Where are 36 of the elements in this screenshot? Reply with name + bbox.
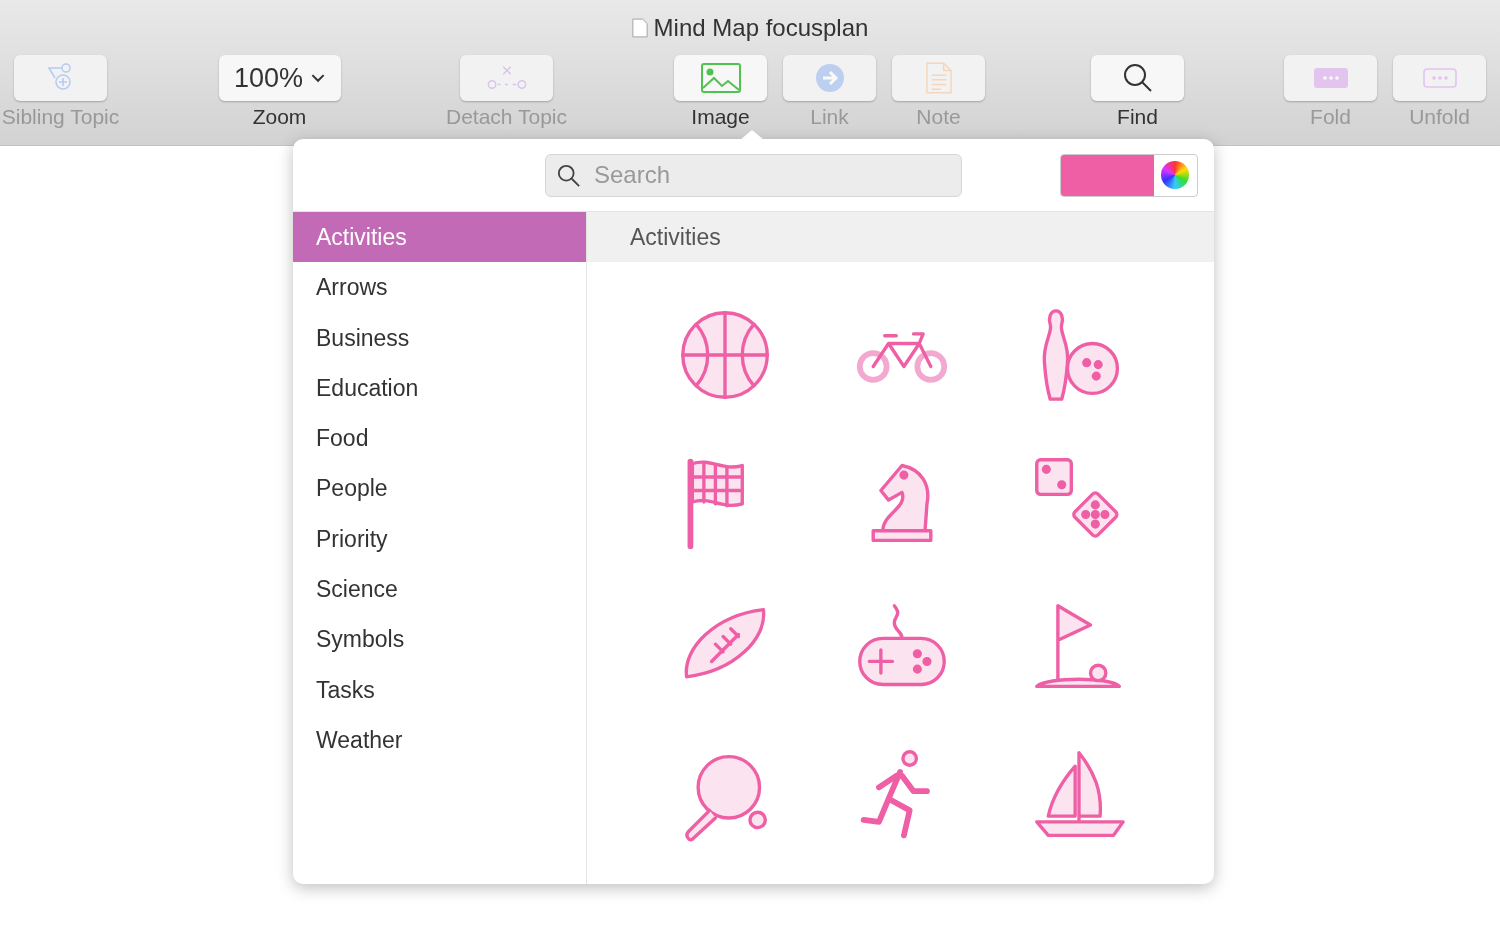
color-wheel-icon (1161, 161, 1189, 189)
zoom-dropdown[interactable]: 100% (218, 55, 341, 101)
search-field[interactable]: Search (545, 153, 962, 197)
category-item[interactable]: People (293, 463, 586, 514)
category-item[interactable]: Priority (293, 513, 586, 565)
detach-topic-icon (485, 64, 528, 92)
category-item[interactable]: Tasks (293, 664, 586, 715)
toolbar-label: Image (691, 105, 750, 129)
fold-icon (1313, 68, 1348, 88)
category-header: Activities (587, 212, 1214, 262)
toolbar-label: Detach Topic (446, 105, 567, 129)
arrow-circle-icon (814, 63, 845, 93)
image-icon (700, 63, 741, 93)
note-icon (925, 62, 952, 94)
search-icon (1122, 63, 1153, 93)
category-item[interactable]: Science (293, 564, 586, 615)
toolbar-label: Fold (1310, 105, 1351, 129)
toolbar-label: Note (916, 105, 961, 129)
category-item[interactable]: Food (293, 413, 586, 464)
toolbar-button[interactable] (1091, 55, 1184, 101)
category-item[interactable]: Business (293, 312, 586, 363)
toolbar-label: Unfold (1409, 105, 1470, 129)
category-item[interactable]: Symbols (293, 614, 586, 665)
category-item[interactable]: Weather (293, 714, 586, 766)
color-picker[interactable] (1060, 153, 1198, 197)
toolbar-label: Link (810, 105, 849, 129)
category-item[interactable]: Arrows (293, 262, 586, 313)
search-icon (557, 163, 581, 188)
toolbar-label: Sibling Topic (1, 105, 120, 129)
window-title: Mind Map focusplan (653, 14, 869, 42)
document-icon (631, 18, 648, 38)
chevron-down-icon (311, 73, 326, 83)
toolbar-label: Zoom (252, 105, 307, 129)
unfold-icon (1422, 68, 1457, 88)
toolbar-label: Find (1117, 105, 1158, 129)
category-item[interactable]: Education (293, 362, 586, 414)
